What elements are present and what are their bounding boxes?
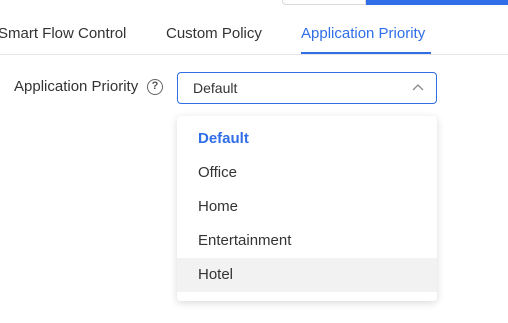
- application-priority-label: Application Priority: [14, 78, 139, 95]
- tab-custom-policy[interactable]: Custom Policy: [166, 25, 262, 42]
- top-primary-button[interactable]: [366, 0, 508, 5]
- option-default[interactable]: Default: [177, 122, 437, 156]
- tab-bar: Smart Flow Control Custom Policy Applica…: [0, 18, 508, 55]
- option-office[interactable]: Office: [177, 156, 437, 190]
- active-tab-indicator: [301, 52, 431, 54]
- chevron-up-icon: [412, 84, 424, 91]
- select-value: Default: [193, 80, 238, 96]
- option-entertainment[interactable]: Entertainment: [177, 224, 437, 258]
- top-secondary-button[interactable]: [282, 0, 366, 5]
- question-circle-icon[interactable]: ?: [147, 79, 163, 95]
- tab-application-priority[interactable]: Application Priority: [301, 25, 425, 42]
- application-priority-select[interactable]: Default: [177, 72, 437, 104]
- application-priority-dropdown: Default Office Home Entertainment Hotel: [177, 116, 437, 301]
- tab-smart-flow-control[interactable]: Smart Flow Control: [0, 25, 126, 42]
- option-home[interactable]: Home: [177, 190, 437, 224]
- option-hotel[interactable]: Hotel: [177, 258, 437, 292]
